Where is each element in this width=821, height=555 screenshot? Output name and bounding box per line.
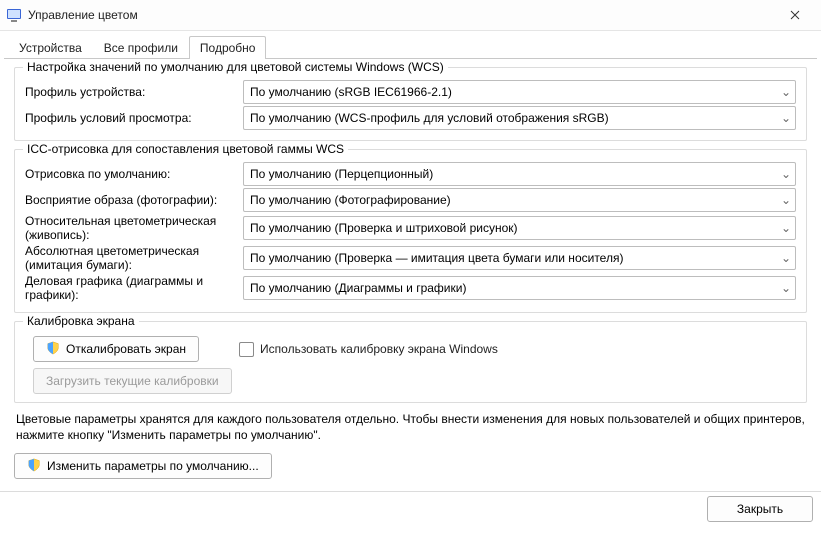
icc-intent-legend: ICC-отрисовка для сопоставления цветовой… [23, 142, 348, 156]
relative-value: По умолчанию (Проверка и штриховой рисун… [250, 221, 773, 235]
device-profile-label: Профиль устройства: [25, 85, 235, 99]
calibration-group: Калибровка экрана Откалибровать экран Ис… [14, 321, 807, 403]
default-intent-value: По умолчанию (Перцепционный) [250, 167, 773, 181]
shield-icon [27, 458, 41, 475]
tab-devices[interactable]: Устройства [8, 36, 93, 59]
device-profile-value: По умолчанию (sRGB IEC61966-2.1) [250, 85, 773, 99]
viewing-profile-combo[interactable]: По умолчанию (WCS-профиль для условий от… [243, 106, 796, 130]
use-windows-calib-label: Использовать калибровку экрана Windows [260, 342, 498, 356]
absolute-combo[interactable]: По умолчанию (Проверка — имитация цвета … [243, 246, 796, 270]
checkbox-box-icon [239, 342, 254, 357]
calibration-legend: Калибровка экрана [23, 314, 139, 328]
perceptual-label: Восприятие образа (фотографии): [25, 193, 235, 207]
business-combo[interactable]: По умолчанию (Диаграммы и графики) ⌄ [243, 276, 796, 300]
absolute-label: Абсолютная цветометрическая (имитация бу… [25, 244, 235, 272]
chevron-down-icon: ⌄ [777, 111, 791, 125]
change-defaults-label: Изменить параметры по умолчанию... [47, 459, 259, 473]
wcs-defaults-legend: Настройка значений по умолчанию для цвет… [23, 60, 448, 74]
titlebar: Управление цветом [0, 0, 821, 31]
info-text: Цветовые параметры хранятся для каждого … [16, 411, 805, 443]
chevron-down-icon: ⌄ [777, 85, 791, 99]
device-profile-combo[interactable]: По умолчанию (sRGB IEC61966-2.1) ⌄ [243, 80, 796, 104]
window-title: Управление цветом [28, 8, 773, 22]
close-button-label: Закрыть [737, 502, 783, 516]
relative-label: Относительная цветометрическая (живопись… [25, 214, 235, 242]
calibrate-button-label: Откалибровать экран [66, 342, 186, 356]
chevron-down-icon: ⌄ [777, 167, 791, 181]
default-intent-combo[interactable]: По умолчанию (Перцепционный) ⌄ [243, 162, 796, 186]
chevron-down-icon: ⌄ [777, 251, 791, 265]
advanced-panel: Настройка значений по умолчанию для цвет… [4, 59, 817, 491]
chevron-down-icon: ⌄ [777, 193, 791, 207]
perceptual-value: По умолчанию (Фотографирование) [250, 193, 773, 207]
absolute-value: По умолчанию (Проверка — имитация цвета … [250, 251, 773, 265]
viewing-profile-label: Профиль условий просмотра: [25, 111, 235, 125]
close-icon[interactable] [773, 0, 817, 30]
wcs-defaults-group: Настройка значений по умолчанию для цвет… [14, 67, 807, 141]
business-value: По умолчанию (Диаграммы и графики) [250, 281, 773, 295]
bottombar: Закрыть [0, 491, 821, 526]
tab-all-profiles[interactable]: Все профили [93, 36, 189, 59]
load-calibration-label: Загрузить текущие калибровки [46, 374, 219, 388]
business-label: Деловая графика (диаграммы и графики): [25, 274, 235, 302]
close-button[interactable]: Закрыть [707, 496, 813, 522]
tabstrip: Устройства Все профили Подробно [4, 35, 817, 59]
load-calibration-button: Загрузить текущие калибровки [33, 368, 232, 394]
relative-combo[interactable]: По умолчанию (Проверка и штриховой рисун… [243, 216, 796, 240]
color-management-icon [6, 7, 22, 23]
change-defaults-button[interactable]: Изменить параметры по умолчанию... [14, 453, 272, 479]
tab-advanced[interactable]: Подробно [189, 36, 267, 59]
viewing-profile-value: По умолчанию (WCS-профиль для условий от… [250, 111, 773, 125]
calibrate-button[interactable]: Откалибровать экран [33, 336, 199, 362]
perceptual-combo[interactable]: По умолчанию (Фотографирование) ⌄ [243, 188, 796, 212]
shield-icon [46, 341, 60, 358]
use-windows-calib-checkbox[interactable]: Использовать калибровку экрана Windows [239, 342, 498, 357]
icc-intent-group: ICC-отрисовка для сопоставления цветовой… [14, 149, 807, 313]
chevron-down-icon: ⌄ [777, 281, 791, 295]
default-intent-label: Отрисовка по умолчанию: [25, 167, 235, 181]
chevron-down-icon: ⌄ [777, 221, 791, 235]
